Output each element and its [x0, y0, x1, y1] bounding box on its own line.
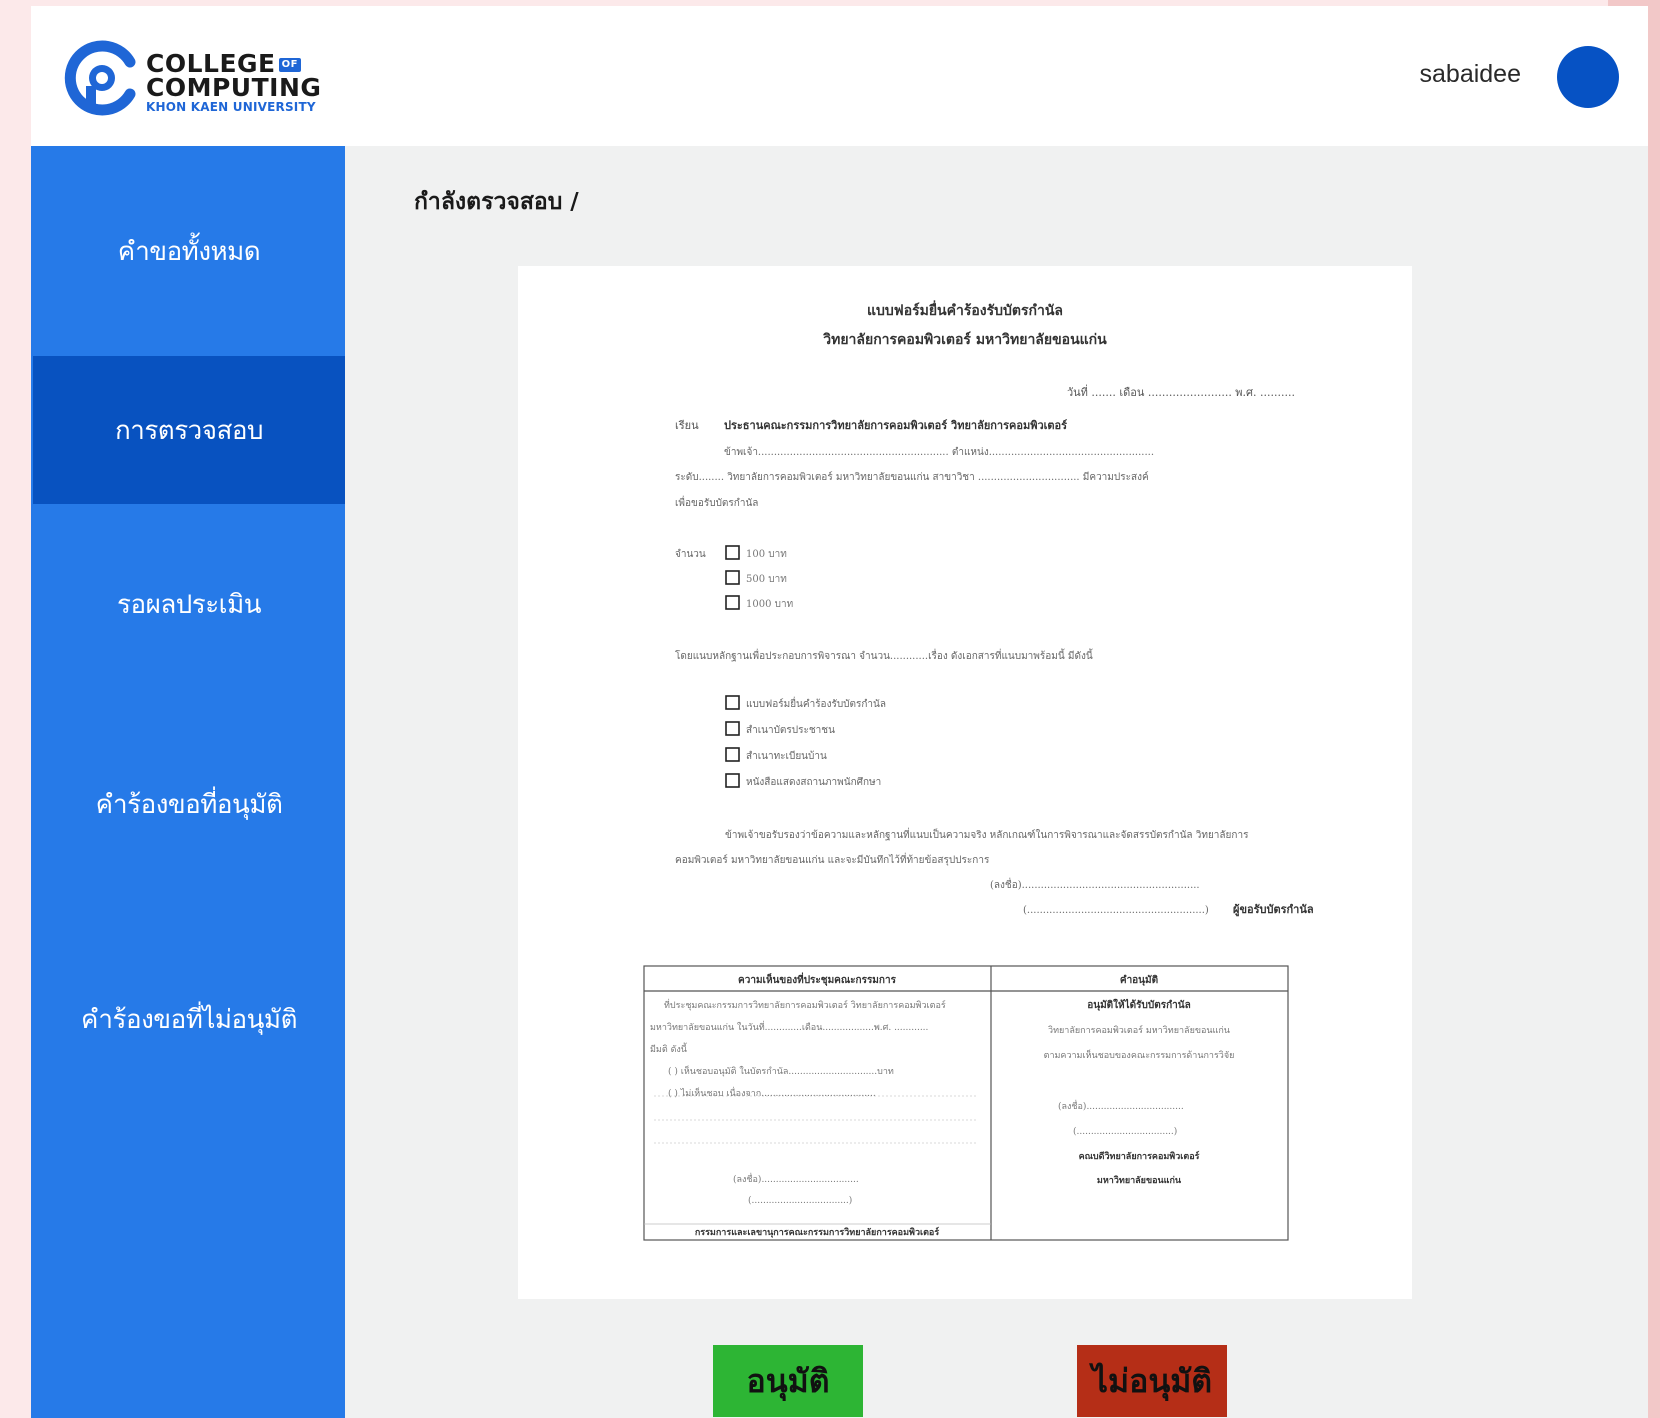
table-right-role-1: คณบดีวิทยาลัยการคอมพิวเตอร์: [1079, 1150, 1200, 1162]
checkbox-icon: [725, 721, 740, 736]
doc-certify-line2: คอมพิวเตอร์ มหาวิทยาลัยขอนแก่น และจะมีบั…: [675, 852, 990, 866]
doc-line-b: ระดับ........ วิทยาลัยการคอมพิวเตอร์ มหา…: [675, 471, 1149, 483]
doc-date-line: วันที่ ....... เดือน ...................…: [1067, 384, 1295, 399]
sidebar-item-rejected-requests[interactable]: คำร้องขอที่ไม่อนุมัติ: [33, 904, 345, 1134]
checkbox-icon: [725, 545, 740, 560]
doc-line-a: ข้าพเจ้า................................…: [724, 446, 1154, 458]
sidebar-item-inspection[interactable]: การตรวจสอบ: [33, 356, 345, 504]
doc-to-value: ประธานคณะกรรมการวิทยาลัยการคอมพิวเตอร์ ว…: [724, 419, 1067, 432]
page-title: กำลังตรวจสอบ /: [414, 189, 579, 215]
doc-evidence-line: โดยแนบหลักฐานเพื่อประกอบการพิจารณา จำนวน…: [675, 648, 1093, 662]
table-left-line-3: มีมติ ดังนี้: [650, 1042, 688, 1055]
logo-badge-of: OF: [278, 58, 301, 72]
document-form: แบบฟอร์มยื่นคำร้องรับบัตรกำนัล วิทยาลัยก…: [643, 300, 1314, 1241]
doc-sign-line: (ลงชื่อ)................................…: [990, 877, 1200, 891]
table-left-line-1: ที่ประชุมคณะกรรมการวิทยาลัยการคอมพิวเตอร…: [664, 998, 946, 1011]
checkbox-icon: [725, 570, 740, 585]
checkbox-icon: [725, 595, 740, 610]
table-right-line-1: วิทยาลัยการคอมพิวเตอร์ มหาวิทยาลัยขอนแก่…: [1048, 1024, 1230, 1036]
table-left-role: กรรมการและเลขานุการคณะกรรมการวิทยาลัยการ…: [695, 1226, 940, 1238]
doc-amount-500: 500 บาท: [746, 574, 787, 585]
table-left-line-4: ( ) เห็นชอบอนุมัติ ในบัตรกำนัล..........…: [668, 1064, 894, 1077]
table-left-line-2: มหาวิทยาลัยขอนแก่น ในวันที่.............…: [650, 1020, 929, 1033]
table-right-role-2: มหาวิทยาลัยขอนแก่น: [1097, 1175, 1182, 1186]
logo-text-university: KHON KAEN UNIVERSITY: [146, 100, 316, 114]
doc-attachment-2: สำเนาบัตรประชาชน: [746, 725, 835, 736]
logo-text-computing: COMPUTING: [146, 73, 322, 102]
table-right-line-2: ตามความเห็นชอบของคณะกรรมการด้านการวิจัย: [1044, 1048, 1235, 1061]
table-left-header: ความเห็นของที่ประชุมคณะกรรมการ: [738, 972, 897, 986]
checkbox-icon: [725, 773, 740, 788]
sidebar-item-approved-requests[interactable]: คำร้องขอที่อนุมัติ: [33, 704, 345, 904]
doc-sign-role: ผู้ขอรับบัตรกำนัล: [1233, 903, 1314, 917]
approve-button[interactable]: อนุมัติ: [713, 1345, 863, 1417]
doc-title-line2: วิทยาลัยการคอมพิวเตอร์ มหาวิทยาลัยขอนแก่…: [822, 331, 1107, 348]
checkbox-icon: [725, 747, 740, 762]
doc-to-label: เรียน: [675, 419, 699, 432]
table-right-header: คำอนุมัติ: [1120, 974, 1158, 986]
table-left-line-5: ( ) ไม่เห็นชอบ เนื่องจาก................…: [668, 1086, 876, 1099]
table-left-sign: (ลงชื่อ)................................…: [733, 1172, 859, 1185]
username: sabaidee: [1419, 60, 1521, 88]
doc-certify-line1: ข้าพเจ้าขอรับรองว่าข้อความและหลักฐานที่แ…: [725, 827, 1249, 841]
doc-amount-1000: 1000 บาท: [746, 599, 793, 610]
table-left-sign-name: (..................................): [748, 1195, 852, 1206]
college-logo-icon: [64, 40, 136, 116]
sidebar-item-pending-evaluation[interactable]: รอผลประเมิน: [33, 504, 345, 704]
table-right-sign-name: (..................................): [1073, 1126, 1177, 1137]
doc-line-c: เพื่อขอรับบัตรกำนัล: [675, 495, 758, 509]
checkbox-icon: [725, 695, 740, 710]
doc-attachment-1: แบบฟอร์มยื่นคำร้องรับบัตรกำนัล: [746, 696, 886, 710]
document-preview: แบบฟอร์มยื่นคำร้องรับบัตรกำนัล วิทยาลัยก…: [518, 266, 1412, 1299]
header: COLLEGE OF COMPUTING KHON KAEN UNIVERSITY…: [31, 6, 1648, 146]
doc-amount-label: จำนวน: [675, 549, 706, 560]
doc-sign-name: (.......................................…: [1023, 905, 1209, 916]
table-right-bold: อนุมัติให้ได้รับบัตรกำนัล: [1087, 998, 1191, 1011]
college-logo[interactable]: COLLEGE OF COMPUTING KHON KAEN UNIVERSITY: [64, 40, 324, 120]
avatar[interactable]: [1557, 46, 1619, 108]
doc-attachment-4: หนังสือแสดงสถานภาพนักศึกษา: [746, 776, 881, 788]
reject-button[interactable]: ไม่อนุมัติ: [1077, 1345, 1227, 1417]
sidebar: คำขอทั้งหมด การตรวจสอบ รอผลประเมิน คำร้อ…: [31, 146, 345, 1418]
doc-attachment-3: สำเนาทะเบียนบ้าน: [746, 750, 827, 762]
doc-title-line1: แบบฟอร์มยื่นคำร้องรับบัตรกำนัล: [867, 300, 1063, 319]
doc-amount-100: 100 บาท: [746, 549, 787, 560]
table-right-sign: (ลงชื่อ)................................…: [1058, 1099, 1184, 1112]
sidebar-item-all-requests[interactable]: คำขอทั้งหมด: [33, 146, 345, 356]
